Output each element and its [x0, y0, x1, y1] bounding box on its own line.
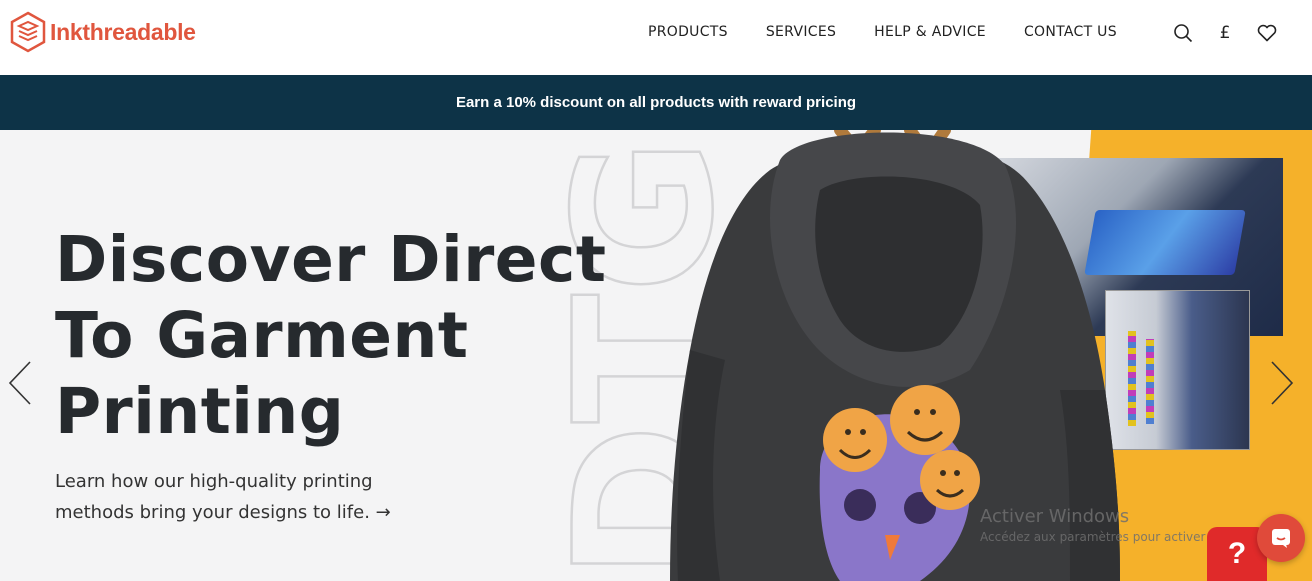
site-header: Inkthreadable PRODUCTS SERVICES HELP & A… [0, 0, 1312, 75]
hero-subtitle-line: methods bring your designs to life. → [55, 502, 391, 523]
promo-banner[interactable]: Earn a 10% discount on all products with… [0, 75, 1312, 130]
help-button-label: ? [1227, 537, 1247, 570]
nav-item-help-advice[interactable]: HELP & ADVICE [874, 24, 986, 40]
main-nav: PRODUCTS SERVICES HELP & ADVICE CONTACT … [648, 24, 1155, 40]
brand-name: Inkthreadable [50, 18, 196, 45]
carousel-next-button[interactable] [1266, 360, 1296, 406]
hero-title: Discover Direct To Garment Printing [55, 222, 606, 450]
hero-carousel: DTG Discover Direct To Garment Printing … [0, 130, 1312, 581]
windows-activation-title: Activer Windows [980, 506, 1130, 527]
carousel-prev-button[interactable] [6, 360, 36, 406]
search-icon[interactable] [1172, 22, 1194, 44]
chat-launcher-button[interactable] [1257, 514, 1305, 562]
header-icons: £ [1172, 22, 1298, 44]
hero-title-line: To Garment [55, 299, 469, 372]
hero-title-line: Printing [55, 375, 345, 448]
nav-item-products[interactable]: PRODUCTS [648, 24, 728, 40]
chat-icon [1272, 529, 1290, 548]
nav-item-services[interactable]: SERVICES [766, 24, 836, 40]
promo-banner-text: Earn a 10% discount on all products with… [455, 94, 857, 111]
currency-icon[interactable]: £ [1214, 22, 1236, 44]
hero-subtitle-link[interactable]: Learn how our high-quality printing meth… [55, 466, 391, 528]
heart-icon[interactable] [1256, 22, 1278, 44]
chevron-left-icon [8, 361, 31, 405]
hero-subtitle-line: Learn how our high-quality printing [55, 471, 373, 492]
nav-item-contact-us[interactable]: CONTACT US [1024, 24, 1117, 40]
hero-title-line: Discover Direct [55, 223, 607, 296]
logo-icon [10, 11, 46, 53]
chevron-right-icon [1271, 361, 1294, 405]
brand-logo[interactable]: Inkthreadable [10, 11, 196, 53]
